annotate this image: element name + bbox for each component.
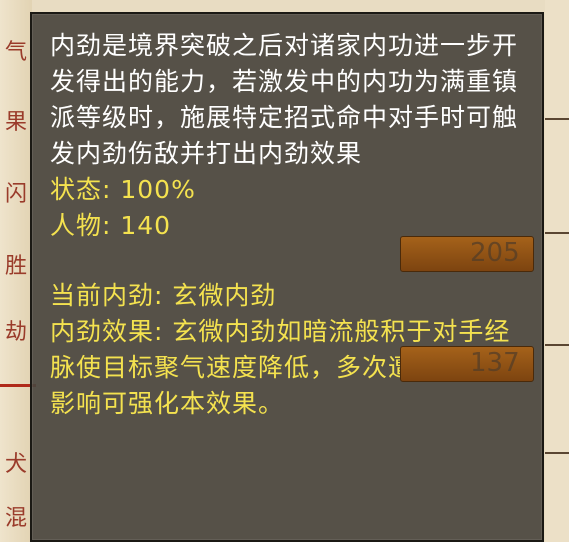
internal-force-tooltip: 内劲是境界突破之后对诸家内功进一步开发得出的能力，若激发中的内功为满重镇派等级时…: [30, 12, 544, 542]
stat-bar-value: 205: [470, 238, 520, 268]
divider: [545, 232, 569, 234]
tooltip-description: 内劲是境界突破之后对诸家内功进一步开发得出的能力，若激发中的内功为满重镇派等级时…: [50, 31, 519, 168]
side-glyph: 闪: [4, 182, 27, 207]
divider: [545, 344, 569, 346]
side-glyph: 劫: [4, 320, 27, 345]
divider: [545, 452, 569, 454]
side-glyph: 胜: [4, 254, 27, 279]
background-side-panel: 气 果 闪 胜 劫 犬 混: [0, 0, 32, 542]
divider: [545, 118, 569, 120]
background-right-edge: [545, 0, 569, 542]
side-glyph: 果: [4, 110, 27, 135]
side-glyph: 混: [4, 506, 27, 531]
current-internal-force-line: 当前内劲: 玄微内劲: [50, 281, 277, 310]
side-glyph: 犬: [4, 452, 27, 477]
side-glyph: 气: [4, 40, 27, 65]
stat-bar-value: 137: [470, 348, 520, 378]
status-line: 状态: 100%: [50, 175, 196, 204]
